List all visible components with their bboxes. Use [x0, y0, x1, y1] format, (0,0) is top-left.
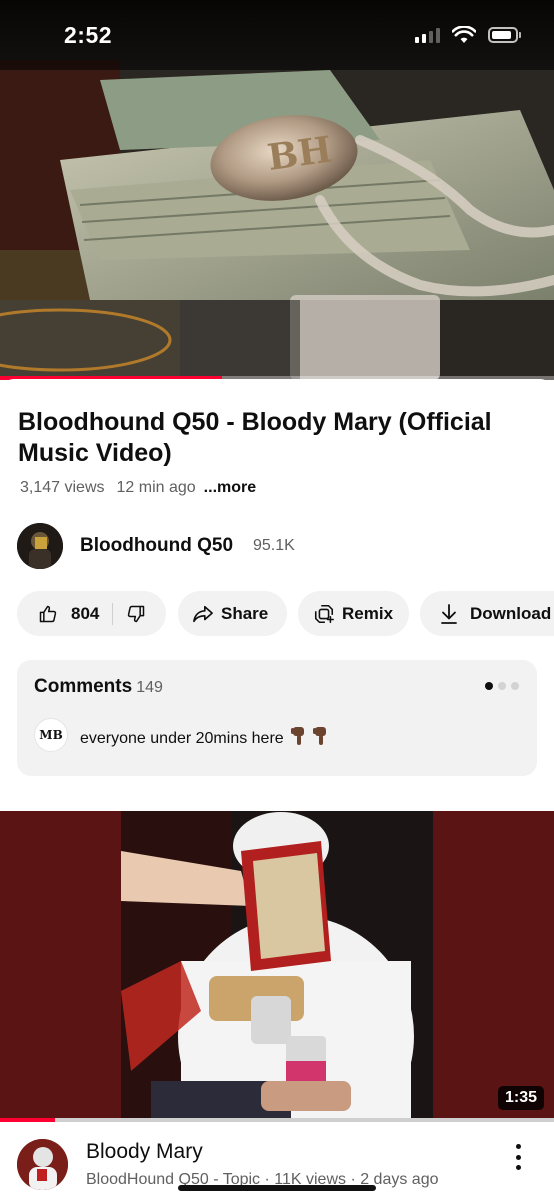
top-comment-body: everyone under 20mins here: [80, 730, 284, 747]
thumbs-down-icon[interactable]: [124, 602, 148, 626]
like-dislike-pill: 804: [17, 591, 166, 636]
download-icon: [437, 602, 461, 626]
remix-button[interactable]: Remix: [298, 591, 409, 636]
cellular-signal-icon: [415, 27, 440, 43]
video-details-sheet: Bloodhound Q50 - Bloody Mary (Official M…: [0, 379, 554, 811]
upload-age: 12 min ago: [116, 479, 196, 496]
video-title[interactable]: Bloodhound Q50 - Bloody Mary (Official M…: [18, 407, 538, 469]
remix-icon: [312, 602, 336, 626]
top-comment[interactable]: MB everyone under 20mins here: [34, 718, 524, 752]
video-player[interactable]: BH 2:52: [0, 0, 554, 380]
comments-count: 149: [136, 679, 163, 696]
next-channel-avatar[interactable]: [17, 1139, 68, 1190]
video-meta[interactable]: 3,147 views 12 min ago ...more: [20, 479, 256, 497]
subscriber-count: 95.1K: [253, 537, 295, 554]
share-label: Share: [221, 603, 269, 623]
channel-avatar[interactable]: [17, 523, 63, 569]
channel-row[interactable]: Bloodhound Q50 95.1K: [17, 523, 537, 569]
like-divider: [112, 602, 114, 625]
wifi-icon: [452, 26, 476, 43]
channel-avatar-image: [17, 523, 63, 569]
next-video-image: [121, 811, 433, 1122]
carousel-dots: [485, 682, 519, 690]
download-label: Download: [470, 603, 552, 623]
comments-header: Comments 149: [34, 676, 163, 698]
status-icons: [415, 26, 521, 44]
like-count[interactable]: 804: [71, 604, 99, 624]
video-duration-badge: 1:35: [497, 1086, 544, 1110]
thumbs-down-emoji-icon: [290, 727, 326, 745]
action-bar: 804 Share Remix Download: [17, 591, 554, 637]
share-button[interactable]: Share: [178, 591, 287, 636]
channel-name[interactable]: Bloodhound Q50: [80, 535, 233, 557]
more-link[interactable]: ...more: [204, 479, 256, 496]
remix-label: Remix: [342, 603, 394, 623]
svg-text:BH: BH: [265, 128, 335, 179]
next-video-title[interactable]: Bloody Mary: [86, 1140, 203, 1164]
home-indicator[interactable]: [178, 1185, 376, 1191]
next-video-thumbnail[interactable]: 1:35: [0, 811, 554, 1122]
view-count: 3,147 views: [20, 479, 105, 496]
status-time: 2:52: [64, 22, 113, 48]
thumbs-up-icon[interactable]: [36, 602, 60, 626]
comments-teaser[interactable]: Comments 149 MB everyone under 20mins her…: [17, 660, 537, 776]
share-icon: [191, 602, 215, 626]
download-button[interactable]: Download: [420, 591, 554, 636]
more-options-icon[interactable]: [514, 1144, 522, 1170]
commenter-avatar[interactable]: MB: [34, 718, 68, 752]
battery-icon: [488, 27, 521, 43]
comments-title: Comments: [34, 676, 133, 697]
status-bar: 2:52: [0, 0, 554, 70]
top-comment-text: everyone under 20mins here: [80, 726, 332, 748]
